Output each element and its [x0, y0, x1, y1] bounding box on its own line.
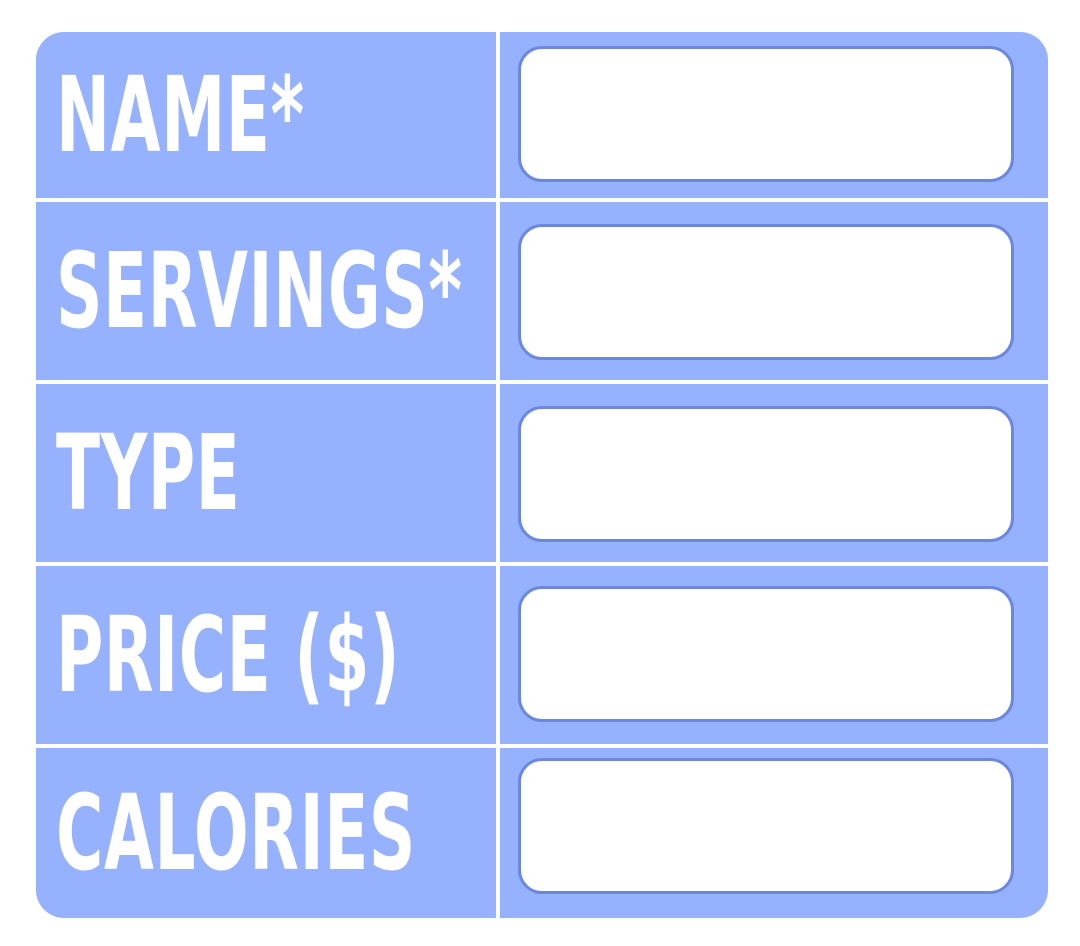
servings-input[interactable] — [518, 224, 1014, 360]
name-input[interactable] — [518, 46, 1014, 182]
form-row-price: PRICE ($) — [36, 566, 1048, 744]
recipe-form: NAME* SERVINGS* TYPE PRICE ($) CALORIES — [36, 32, 1048, 918]
form-row-type: TYPE — [36, 384, 1048, 562]
column-divider — [496, 32, 500, 918]
price-label: PRICE ($) — [56, 594, 401, 716]
calories-label: CALORIES — [56, 772, 416, 894]
price-input[interactable] — [518, 586, 1014, 722]
type-label: TYPE — [56, 412, 241, 534]
form-row-servings: SERVINGS* — [36, 202, 1048, 380]
form-row-name: NAME* — [36, 32, 1048, 198]
form-row-calories: CALORIES — [36, 748, 1048, 918]
type-input[interactable] — [518, 406, 1014, 542]
name-label: NAME* — [56, 54, 305, 176]
calories-input[interactable] — [518, 758, 1014, 894]
servings-label: SERVINGS* — [56, 230, 463, 352]
